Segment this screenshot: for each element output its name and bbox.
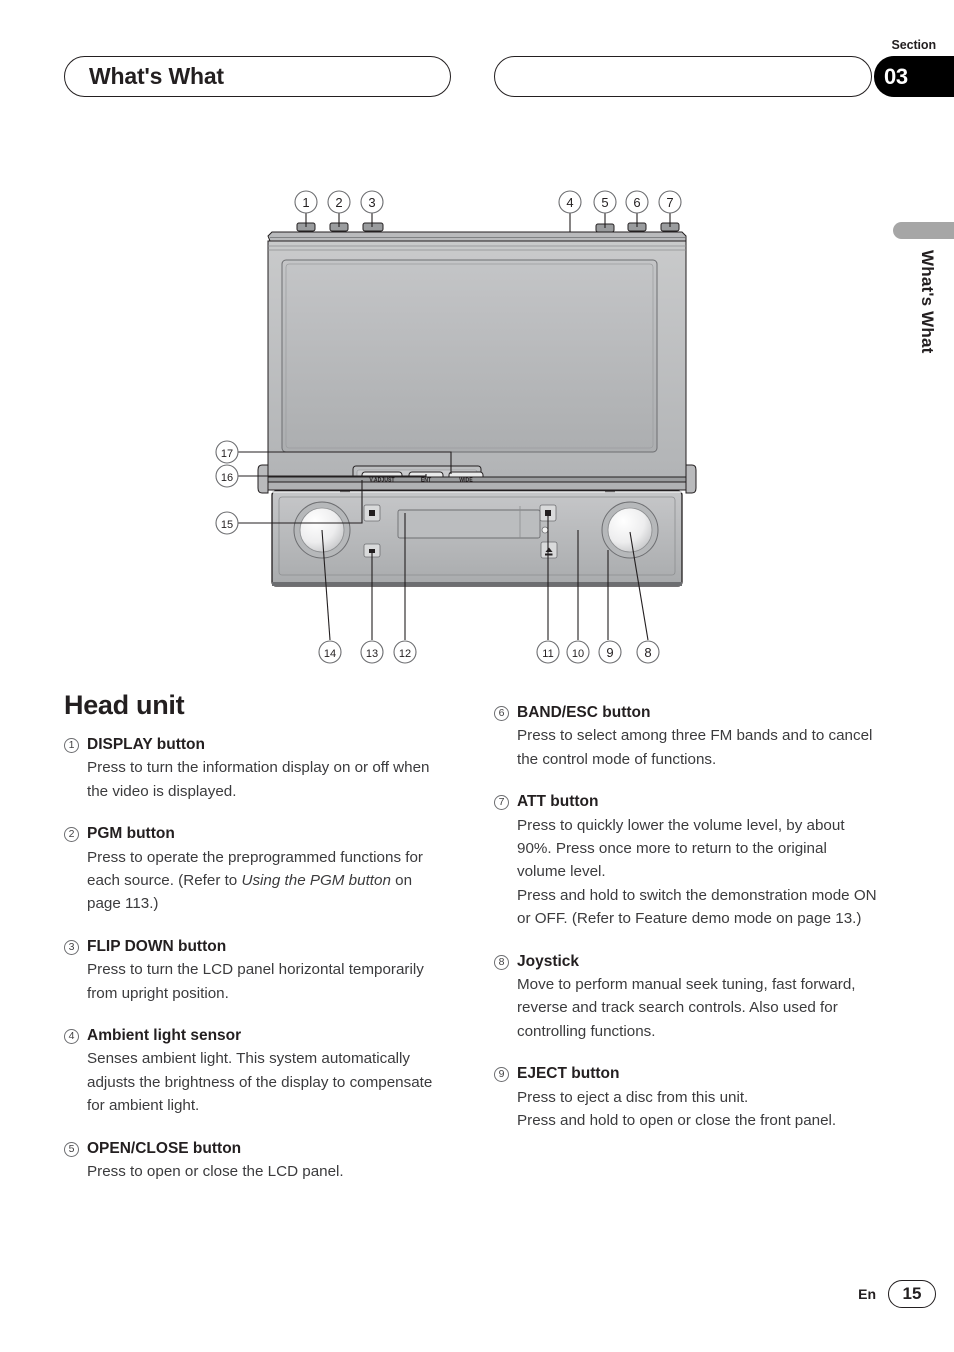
svg-text:8: 8	[644, 645, 651, 660]
svg-text:12: 12	[399, 648, 411, 660]
list-item: 5 OPEN/CLOSE button Press to open or clo…	[64, 1139, 447, 1184]
entry-description: Press to quickly lower the volume level,…	[517, 816, 877, 928]
svg-text:6: 6	[633, 195, 640, 210]
svg-text:14: 14	[324, 648, 336, 660]
svg-text:13: 13	[366, 648, 378, 660]
section-number: 03	[884, 63, 908, 89]
panel-button-ent-label: ENT	[421, 478, 432, 484]
head-unit-diagram: 1 2 3 4 5 6 7 17 16 15 14 13 12 11 10 9 …	[200, 180, 730, 680]
side-tab-label: What's What	[918, 250, 937, 354]
page-footer: En 15	[0, 1280, 954, 1320]
page-number: 15	[902, 1284, 922, 1303]
svg-text:16: 16	[221, 472, 233, 484]
callout-number: 1	[64, 738, 79, 753]
callout-number: 8	[494, 954, 509, 970]
entry-description: Press to turn the information display on…	[87, 759, 430, 800]
entry-description: Press to select among three FM bands and…	[517, 727, 873, 768]
callout-number: 6	[494, 706, 509, 721]
callout-number: 3	[64, 939, 79, 955]
svg-text:7: 7	[666, 195, 673, 210]
svg-text:5: 5	[601, 195, 608, 210]
list-item: 7 ATT button Press to quickly lower the …	[494, 792, 877, 930]
entry-title: 5 OPEN/CLOSE button	[64, 1139, 447, 1158]
entry-title: 1 DISPLAY button	[64, 735, 447, 754]
entry-description: Move to perform manual seek tuning, fast…	[517, 975, 856, 1040]
svg-text:1: 1	[302, 195, 309, 210]
svg-text:4: 4	[566, 195, 573, 210]
panel-button-wide-label: WIDE	[459, 478, 473, 484]
page-number-badge: 15	[888, 1280, 936, 1308]
section-heading: Head unit	[64, 690, 185, 720]
section-number-badge: 03	[874, 56, 954, 97]
entry-title: 4 Ambient light sensor	[64, 1026, 447, 1045]
list-item: 2 PGM button Press to operate the prepro…	[64, 824, 447, 916]
entry-description: Press to operate the preprogrammed funct…	[87, 846, 447, 916]
list-item: 9 EJECT button Press to eject a disc fro…	[494, 1064, 877, 1132]
entry-title: 9 EJECT button	[494, 1064, 877, 1083]
entry-label: OPEN/CLOSE button	[87, 1139, 242, 1157]
callout-number: 9	[494, 1067, 509, 1083]
entry-label: ATT button	[517, 793, 599, 811]
callout-number: 4	[64, 1028, 79, 1044]
entry-label: Joystick	[517, 952, 580, 970]
entry-title: 8 Joystick	[494, 952, 877, 971]
entry-label: PGM button	[87, 825, 175, 843]
section-label: Section	[891, 38, 937, 52]
header-blank-pill	[494, 56, 872, 97]
list-item: 3 FLIP DOWN button Press to turn the LCD…	[64, 937, 447, 1005]
entry-label: DISPLAY button	[87, 736, 205, 753]
svg-text:11: 11	[542, 648, 553, 660]
entry-description: Press to open or close the LCD panel.	[87, 1162, 344, 1180]
list-item: 6 BAND/ESC button Press to select among …	[494, 703, 877, 771]
entry-description: Press to turn the LCD panel horizontal t…	[87, 961, 424, 1002]
entry-label: Ambient light sensor	[87, 1026, 242, 1044]
entry-description: Press to eject a disc from this unit. Pre…	[517, 1088, 837, 1129]
callout-number: 2	[64, 827, 79, 843]
entry-title: 3 FLIP DOWN button	[64, 937, 447, 956]
panel-button-v-adjust-label: V.ADJUST	[369, 478, 395, 484]
svg-text:17: 17	[221, 448, 233, 460]
entry-title: 6 BAND/ESC button	[494, 703, 877, 722]
entry-description: Senses ambient light. This system automa…	[87, 1050, 433, 1115]
list-item: 8 Joystick Move to perform manual seek t…	[494, 952, 877, 1044]
chapter-title-pill: What's What	[64, 56, 451, 97]
entry-title: 7 ATT button	[494, 792, 877, 811]
svg-text:10: 10	[572, 648, 584, 660]
list-item: 1 DISPLAY button Press to turn the infor…	[64, 735, 447, 803]
language-code: En	[858, 1286, 876, 1302]
entry-label: FLIP DOWN button	[87, 937, 227, 955]
list-item: 4 Ambient light sensor Senses ambient li…	[64, 1026, 447, 1118]
page-title: What's What	[89, 62, 224, 89]
entry-text-italic: Using the PGM button	[241, 871, 391, 889]
side-tab-marker	[893, 222, 954, 239]
svg-text:2: 2	[335, 195, 342, 210]
entry-label: EJECT button	[517, 1065, 620, 1083]
column-right: 6 BAND/ESC button Press to select among …	[494, 703, 877, 1153]
svg-text:15: 15	[221, 519, 233, 531]
column-left: Head unit 1 DISPLAY button Press to turn…	[64, 690, 447, 1204]
callout-number: 5	[64, 1141, 79, 1157]
entry-title: 2 PGM button	[64, 824, 447, 843]
entry-label: BAND/ESC button	[517, 704, 651, 721]
callout-number: 7	[494, 795, 509, 811]
svg-text:9: 9	[606, 645, 613, 660]
page-header: What's What Section 03	[0, 0, 954, 110]
svg-text:3: 3	[368, 195, 375, 210]
